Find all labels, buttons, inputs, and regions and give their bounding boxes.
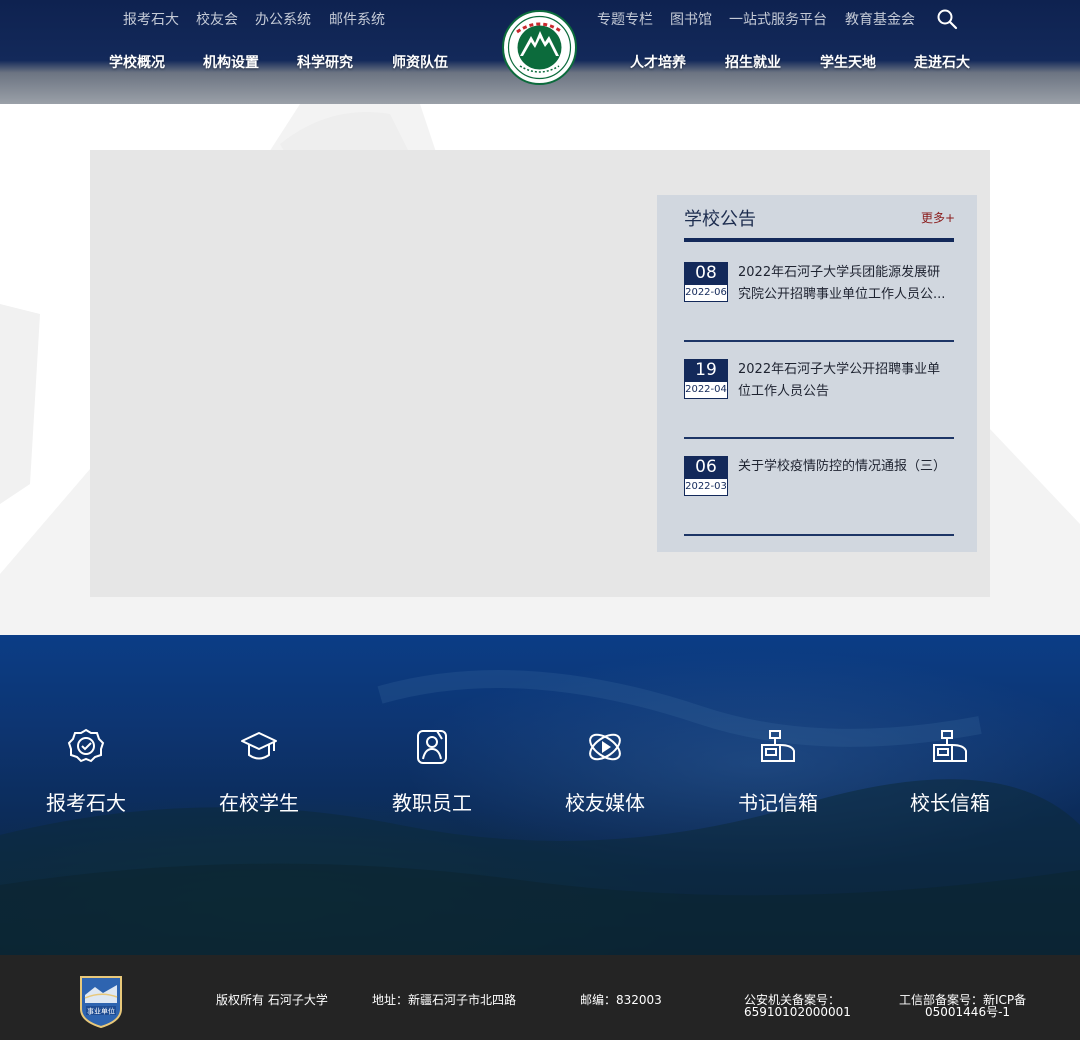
notice-month: 2022-06 — [684, 284, 728, 302]
quick-link-alumni-media[interactable]: 校友媒体 — [535, 727, 675, 816]
notice-month: 2022-04 — [684, 381, 728, 399]
notice-text[interactable]: 2022年石河子大学公开招聘事业单位工作人员公告 — [738, 359, 950, 403]
notice-title: 学校公告 — [684, 209, 756, 230]
notice-more-link[interactable]: 更多+ — [921, 209, 955, 226]
notice-item[interactable]: 06 2022-03 关于学校疫情防控的情况通报（三） — [684, 436, 954, 536]
quick-link-label: 校友媒体 — [565, 791, 645, 815]
nav-school-overview[interactable]: 学校概况 — [109, 52, 165, 72]
content-area: 学校公告 更多+ 08 2022-06 2022年石河子大学兵团能源发展研究院公… — [0, 104, 1080, 635]
staff-profile-icon — [417, 730, 447, 764]
notice-item[interactable]: 08 2022-06 2022年石河子大学兵团能源发展研究院公开招聘事业单位工作… — [684, 242, 954, 342]
toplink-topics[interactable]: 专题专栏 — [597, 9, 653, 29]
nav-admission-employment[interactable]: 招生就业 — [725, 52, 781, 72]
mailbox-icon — [933, 730, 967, 762]
notice-day: 08 — [684, 262, 728, 284]
public-institution-badge-icon[interactable]: 事业单位 — [77, 973, 125, 1029]
site-footer: 事业单位 版权所有 石河子大学 地址：新疆石河子市北四路 邮编：832003 公… — [0, 955, 1080, 1040]
award-medal-icon — [67, 728, 105, 763]
mailbox-icon — [761, 730, 795, 762]
quick-link-apply[interactable]: 报考石大 — [16, 727, 156, 816]
banner-panel: 学校公告 更多+ 08 2022-06 2022年石河子大学兵团能源发展研究院公… — [90, 150, 990, 597]
quick-link-president-mailbox[interactable]: 校长信箱 — [880, 727, 1020, 816]
notice-month: 2022-03 — [684, 478, 728, 496]
university-seal-icon — [507, 15, 572, 80]
nav-research[interactable]: 科学研究 — [297, 52, 353, 72]
quick-link-label: 书记信箱 — [738, 791, 818, 815]
search-icon[interactable] — [936, 8, 958, 30]
quick-link-label: 教职员工 — [392, 791, 472, 815]
quick-link-label: 校长信箱 — [910, 791, 990, 815]
footer-police-number[interactable]: 65910102000001 — [744, 1006, 851, 1019]
toplink-education-fund[interactable]: 教育基金会 — [845, 9, 915, 29]
quick-link-staff[interactable]: 教职员工 — [362, 727, 502, 816]
footer-copyright: 版权所有 石河子大学 — [216, 993, 328, 1007]
notice-text[interactable]: 关于学校疫情防控的情况通报（三） — [738, 456, 950, 478]
toplink-office-system[interactable]: 办公系统 — [255, 9, 311, 29]
nav-student-life[interactable]: 学生天地 — [820, 52, 876, 72]
nav-about-university[interactable]: 走进石大 — [914, 52, 970, 72]
media-play-orbit-icon — [589, 733, 621, 761]
quick-links-section: 报考石大 在校学生 教职员工 校友媒体 书记信箱 校长信箱 — [0, 635, 1080, 955]
notice-item[interactable]: 19 2022-04 2022年石河子大学公开招聘事业单位工作人员公告 — [684, 339, 954, 439]
footer-icp-number[interactable]: 05001446号-1 — [925, 1006, 1010, 1019]
university-logo[interactable] — [502, 10, 577, 85]
notice-day: 19 — [684, 359, 728, 381]
toplink-library[interactable]: 图书馆 — [670, 9, 712, 29]
toplink-mail-system[interactable]: 邮件系统 — [329, 9, 385, 29]
footer-postcode: 邮编：832003 — [580, 993, 662, 1007]
toplink-service-platform[interactable]: 一站式服务平台 — [729, 9, 827, 29]
footer-address: 地址：新疆石河子市北四路 — [372, 993, 517, 1007]
notice-text[interactable]: 2022年石河子大学兵团能源发展研究院公开招聘事业单位工作人员公... — [738, 262, 950, 306]
nav-faculty[interactable]: 师资队伍 — [392, 52, 448, 72]
notice-box: 学校公告 更多+ 08 2022-06 2022年石河子大学兵团能源发展研究院公… — [657, 195, 977, 552]
badge-label: 事业单位 — [87, 1007, 115, 1016]
toplink-apply[interactable]: 报考石大 — [123, 9, 179, 29]
quick-link-secretary-mailbox[interactable]: 书记信箱 — [708, 727, 848, 816]
toplink-alumni[interactable]: 校友会 — [196, 9, 238, 29]
notice-day: 06 — [684, 456, 728, 478]
graduation-cap-icon — [241, 732, 277, 760]
nav-talent-training[interactable]: 人才培养 — [630, 52, 686, 72]
site-header: 报考石大 校友会 办公系统 邮件系统 专题专栏 图书馆 一站式服务平台 教育基金… — [0, 0, 1080, 104]
quick-link-label: 报考石大 — [46, 791, 126, 815]
nav-organization[interactable]: 机构设置 — [203, 52, 259, 72]
quick-link-label: 在校学生 — [219, 791, 299, 815]
quick-link-students[interactable]: 在校学生 — [189, 727, 329, 816]
